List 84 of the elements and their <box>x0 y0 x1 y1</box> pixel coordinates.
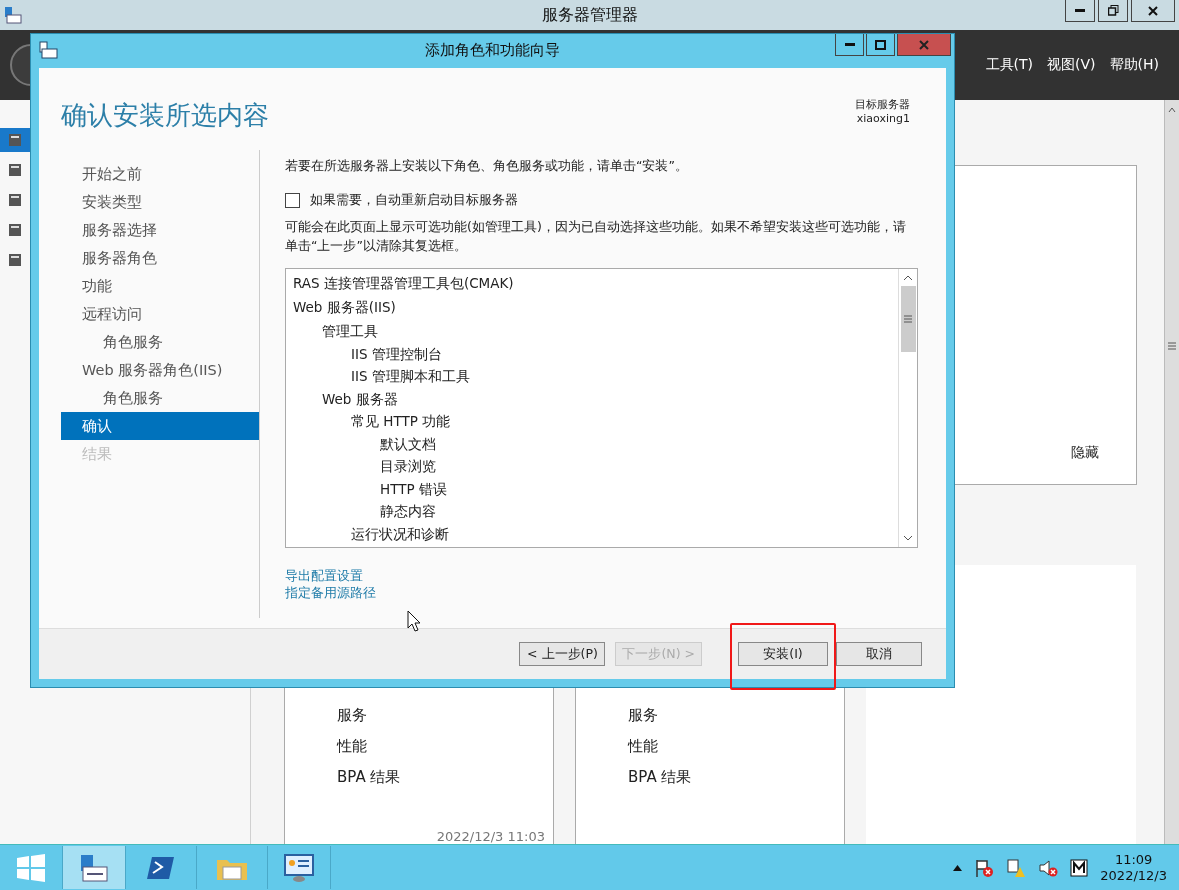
wizard-step[interactable]: 服务器角色 <box>61 244 259 272</box>
minimize-button[interactable] <box>835 34 864 56</box>
scroll-up-icon[interactable] <box>1168 106 1176 114</box>
tile-item[interactable]: 性能 <box>337 737 553 756</box>
scrollbar[interactable] <box>898 269 917 547</box>
wizard-step[interactable]: 开始之前 <box>61 160 259 188</box>
maximize-icon <box>875 39 886 50</box>
scroll-down-icon[interactable] <box>903 534 913 542</box>
wizard-button[interactable]: < 上一步(P) <box>519 642 606 666</box>
tree-item: RAS 连接管理器管理工具包(CMAK) <box>293 274 515 293</box>
tree-item: Web 服务器(IIS) <box>293 298 397 317</box>
target-server-label: 目标服务器 <box>855 98 910 112</box>
muted-speaker-icon[interactable] <box>1038 857 1059 878</box>
hide-link[interactable]: 隐藏 <box>1071 444 1099 462</box>
grip-icon[interactable] <box>1168 342 1176 350</box>
mouse-pointer-icon <box>407 610 421 632</box>
tree-item: 静态内容 <box>379 502 437 521</box>
scrollbar[interactable] <box>1164 100 1179 844</box>
wizard-step[interactable]: 确认 <box>61 412 259 440</box>
menu-item[interactable]: 工具(T) <box>985 56 1034 74</box>
menu-item[interactable]: 帮助(H) <box>1109 56 1159 74</box>
server-icon[interactable] <box>8 253 22 267</box>
tree-item: IIS 管理控制台 <box>350 344 443 364</box>
minimize-button[interactable] <box>1065 0 1095 22</box>
server-icon[interactable] <box>8 223 22 237</box>
tile-item[interactable]: BPA 结果 <box>628 768 844 787</box>
menu-item[interactable]: 视图(V) <box>1047 56 1096 74</box>
dialog-title: 添加角色和功能向导 <box>425 41 560 60</box>
checkbox-label[interactable]: 如果需要，自动重新启动目标服务器 <box>310 191 518 209</box>
minimize-icon <box>844 42 855 47</box>
grip-icon[interactable] <box>904 315 912 323</box>
minimize-icon <box>1075 8 1085 13</box>
note-text: 可能会在此页面上显示可选功能(如管理工具)，因为已自动选择这些功能。如果不希望安装这些可选功能，请单击“上一步”以清除其复选框。 <box>285 218 907 255</box>
network-icon[interactable] <box>1006 857 1027 878</box>
close-button[interactable] <box>1131 0 1175 22</box>
link[interactable]: 指定备用源路径 <box>285 584 376 601</box>
wizard-step[interactable]: 服务器选择 <box>61 216 259 244</box>
server-icon[interactable] <box>8 133 22 147</box>
wizard-button[interactable]: 取消 <box>836 642 922 666</box>
tree-item: 运行状况和诊断 <box>350 524 450 544</box>
sidebar-item[interactable] <box>0 128 30 152</box>
control-panel-icon[interactable] <box>283 852 315 883</box>
page-heading: 确认安装所选内容 <box>61 99 269 132</box>
wizard-step[interactable]: 功能 <box>61 272 259 300</box>
clock[interactable]: 11:09 2022/12/3 <box>1100 851 1167 884</box>
tile-item[interactable]: 服务 <box>628 706 844 725</box>
close-icon <box>1148 5 1158 16</box>
tree-item: 目录浏览 <box>379 457 437 476</box>
restore-icon <box>1107 5 1119 16</box>
scroll-up-icon[interactable] <box>903 274 913 282</box>
tile-item[interactable]: 性能 <box>628 737 844 756</box>
powershell-icon[interactable] <box>146 854 176 881</box>
flag-icon[interactable] <box>974 857 995 878</box>
restore-button[interactable] <box>1098 0 1128 22</box>
wizard-button[interactable]: 安装(I) <box>738 642 828 666</box>
intro-text: 若要在所选服务器上安装以下角色、角色服务或功能，请单击“安装”。 <box>285 158 689 175</box>
input-method-icon[interactable] <box>1070 858 1089 877</box>
timestamp: 2022/12/3 11:03 <box>436 829 545 844</box>
app-icon <box>39 41 59 59</box>
close-icon <box>919 39 929 50</box>
windows-logo-icon <box>16 852 46 883</box>
tree-item: 常见 HTTP 功能 <box>350 412 452 431</box>
checkbox[interactable] <box>285 192 300 208</box>
link[interactable]: 导出配置设置 <box>285 567 363 584</box>
tree-item: HTTP 错误 <box>379 479 448 499</box>
wizard-step[interactable]: 安装类型 <box>61 188 259 216</box>
server-icon[interactable] <box>8 193 22 207</box>
tree-item: 管理工具 <box>321 322 379 341</box>
tree-item: Web 服务器 <box>321 389 399 409</box>
window-title: 服务器管理器 <box>541 4 638 26</box>
wizard-step[interactable]: 远程访问 <box>61 300 259 328</box>
tree-item: 默认文档 <box>379 434 437 454</box>
wizard-step[interactable]: 角色服务 <box>61 328 259 356</box>
maximize-button[interactable] <box>866 34 895 56</box>
tile-item[interactable]: BPA 结果 <box>337 768 553 787</box>
server-icon[interactable] <box>8 163 22 177</box>
tile-item[interactable]: 服务 <box>337 706 553 725</box>
wizard-step[interactable]: 角色服务 <box>61 384 259 412</box>
wizard-step[interactable]: Web 服务器角色(IIS) <box>61 356 259 384</box>
target-server-name: xiaoxing1 <box>856 112 910 126</box>
tree-item: IIS 管理脚本和工具 <box>350 367 471 386</box>
app-icon <box>4 6 22 24</box>
taskbar-app[interactable] <box>63 846 126 889</box>
show-hidden-icons[interactable] <box>953 864 963 871</box>
